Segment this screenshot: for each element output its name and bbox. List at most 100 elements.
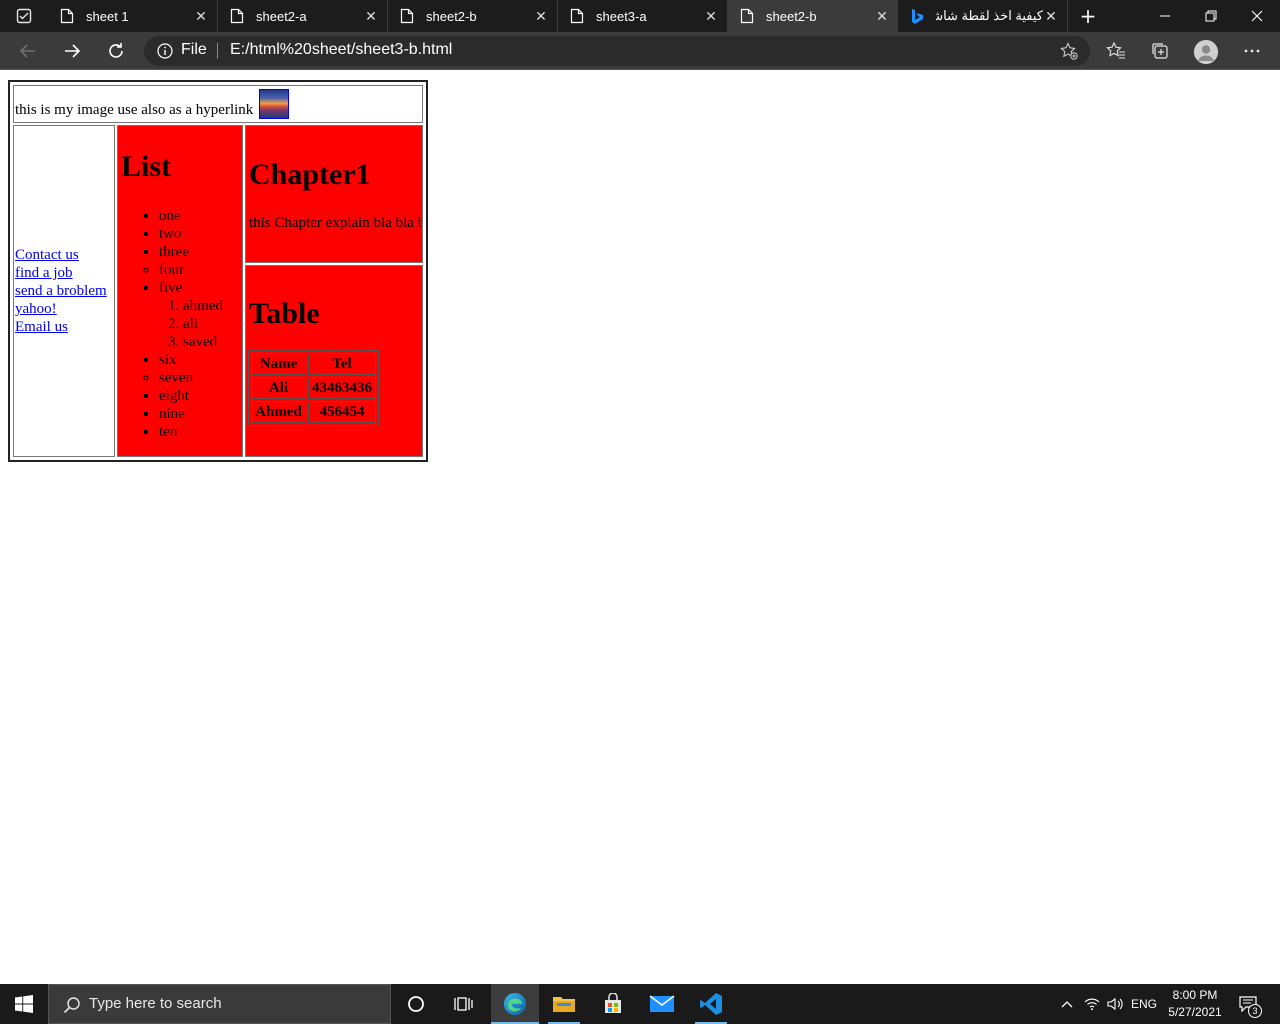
list-item: six — [159, 351, 241, 369]
table-row: Ali 43463436 — [251, 377, 376, 399]
close-icon[interactable]: ✕ — [533, 8, 549, 24]
sublist-item: saved — [183, 333, 241, 351]
header-row: this is my image use also as a hyperlink — [15, 89, 421, 119]
list-item: one — [159, 207, 241, 225]
list-item-five: five ahmed ali saved — [159, 279, 241, 351]
avatar[interactable] — [1194, 40, 1218, 64]
mail-icon[interactable] — [638, 984, 686, 1024]
nav-links-cell: Contact us find a job send a broblem yah… — [13, 125, 115, 457]
tab-actions-icon[interactable] — [8, 6, 40, 26]
microsoft-store-icon[interactable] — [589, 984, 637, 1024]
forward-arrow-icon[interactable] — [58, 37, 86, 65]
vscode-icon[interactable] — [687, 984, 735, 1024]
table-row: Ahmed 456454 — [251, 401, 376, 423]
tab-sheet3-a[interactable]: sheet3-a ✕ — [558, 0, 728, 32]
list-item-label: five — [159, 280, 183, 296]
file-explorer-icon[interactable] — [540, 984, 588, 1024]
address-input[interactable]: File E:/html%20sheet/sheet3-b.html — [144, 36, 1090, 66]
tab-sheet2-b[interactable]: sheet2-b ✕ — [388, 0, 558, 32]
close-icon[interactable]: ✕ — [703, 8, 719, 24]
close-icon[interactable]: ✕ — [193, 8, 209, 24]
header-text: this is my image use also as a hyperlink — [15, 102, 254, 118]
link-yahoo[interactable]: yahoo! — [15, 300, 113, 318]
language-indicator[interactable]: ENG — [1128, 984, 1160, 1024]
tab-title: sheet3-a — [596, 8, 647, 24]
list-item: three — [159, 243, 241, 261]
close-icon[interactable]: ✕ — [363, 8, 379, 24]
back-arrow-icon[interactable] — [14, 37, 42, 65]
page-viewport: this is my image use also as a hyperlink… — [0, 71, 1280, 983]
cortana-icon[interactable] — [392, 984, 440, 1024]
column-header: Tel — [308, 353, 376, 375]
collections-icon[interactable] — [1148, 39, 1172, 63]
tab-title: sheet2-b — [766, 8, 817, 24]
clock-date: 5/27/2021 — [1168, 1005, 1222, 1019]
tab-sheet2-a[interactable]: sheet2-a ✕ — [218, 0, 388, 32]
add-favorite-icon[interactable] — [1060, 42, 1078, 60]
chapter-heading: Chapter1 — [249, 157, 371, 191]
page-icon — [740, 8, 754, 24]
table-cell-tel: 43463436 — [308, 377, 376, 399]
close-icon[interactable]: ✕ — [874, 8, 890, 24]
image-link[interactable] — [257, 89, 290, 119]
address-toolbar: File E:/html%20sheet/sheet3-b.html — [0, 32, 1280, 70]
layout-table-border: this is my image use also as a hyperlink… — [8, 80, 428, 462]
table-header-row: Name Tel — [251, 353, 376, 375]
windows-start-icon[interactable] — [0, 984, 48, 1024]
link-contact-us[interactable]: Contact us — [15, 246, 113, 264]
page-icon — [60, 8, 74, 24]
link-send-a-problem[interactable]: send a broblem — [15, 282, 113, 300]
list-item: two — [159, 225, 241, 243]
clock-time: 8:00 PM — [1172, 988, 1218, 1002]
edge-taskbar-icon[interactable] — [491, 984, 539, 1024]
taskbar-search-box[interactable]: Type here to search — [48, 984, 391, 1024]
tab-sheet-1[interactable]: sheet 1 ✕ — [48, 0, 218, 32]
wifi-icon[interactable] — [1082, 984, 1102, 1024]
new-tab-button[interactable]: + — [1077, 4, 1099, 28]
favorites-icon[interactable] — [1104, 39, 1128, 63]
task-view-icon[interactable] — [440, 984, 488, 1024]
system-clock[interactable]: 8:00 PM 5/27/2021 — [1162, 987, 1228, 1021]
tab-title: sheet2-a — [256, 8, 307, 24]
search-placeholder: Type here to search — [89, 995, 222, 1012]
sublist-item: ahmed — [183, 297, 241, 315]
minimize-icon[interactable] — [1142, 0, 1188, 32]
table-cell: Table Name Tel Ali 43463436 Ahmed 456454 — [245, 265, 423, 457]
refresh-icon[interactable] — [102, 37, 130, 65]
chevron-up-icon[interactable] — [1056, 984, 1078, 1024]
list-item: four — [159, 261, 241, 279]
list-cell: List one two three four five ahmed ali — [117, 125, 243, 457]
item-list: one two three four five ahmed ali saved — [119, 207, 241, 441]
contacts-table: Name Tel Ali 43463436 Ahmed 456454 — [248, 350, 379, 426]
sublist-item: ali — [183, 315, 241, 333]
ordered-sublist: ahmed ali saved — [159, 297, 241, 351]
list-item: nine — [159, 405, 241, 423]
more-menu-icon[interactable] — [1240, 39, 1264, 63]
table-cell-name: Ali — [251, 377, 306, 399]
link-find-a-job[interactable]: find a job — [15, 264, 113, 282]
header-cell: this is my image use also as a hyperlink — [13, 85, 423, 123]
tab-sheet2-b-active[interactable]: sheet2-b ✕ — [728, 0, 898, 32]
bing-icon — [912, 9, 923, 24]
tab-bing[interactable]: كيفية اخذ لقطة شاشة ✕ — [898, 0, 1068, 32]
windows-taskbar: Type here to search ENG 8:00 PM 5/27/202… — [0, 984, 1280, 1024]
list-heading: List — [121, 150, 172, 183]
layout-table: this is my image use also as a hyperlink… — [11, 83, 425, 459]
table-cell-name: Ahmed — [251, 401, 306, 423]
restore-icon[interactable] — [1188, 0, 1234, 32]
link-email-us[interactable]: Email us — [15, 318, 113, 336]
page-icon — [570, 8, 584, 24]
volume-icon[interactable] — [1104, 984, 1126, 1024]
chapter-text: this Chapter explain bla bla bla — [249, 214, 421, 231]
table-heading: Table — [249, 297, 320, 330]
tab-strip: sheet 1 ✕ sheet2-a ✕ sheet2-b ✕ sheet3-a… — [0, 0, 1280, 32]
table-cell-tel: 456454 — [308, 401, 376, 423]
search-icon — [63, 997, 80, 1014]
url-text[interactable]: E:/html%20sheet/sheet3-b.html — [230, 41, 452, 59]
close-window-icon[interactable] — [1234, 0, 1280, 32]
info-icon[interactable] — [157, 43, 173, 59]
sunset-image[interactable] — [259, 89, 290, 119]
list-item: eight — [159, 387, 241, 405]
close-icon[interactable]: ✕ — [1043, 8, 1059, 24]
column-header: Name — [251, 353, 306, 375]
